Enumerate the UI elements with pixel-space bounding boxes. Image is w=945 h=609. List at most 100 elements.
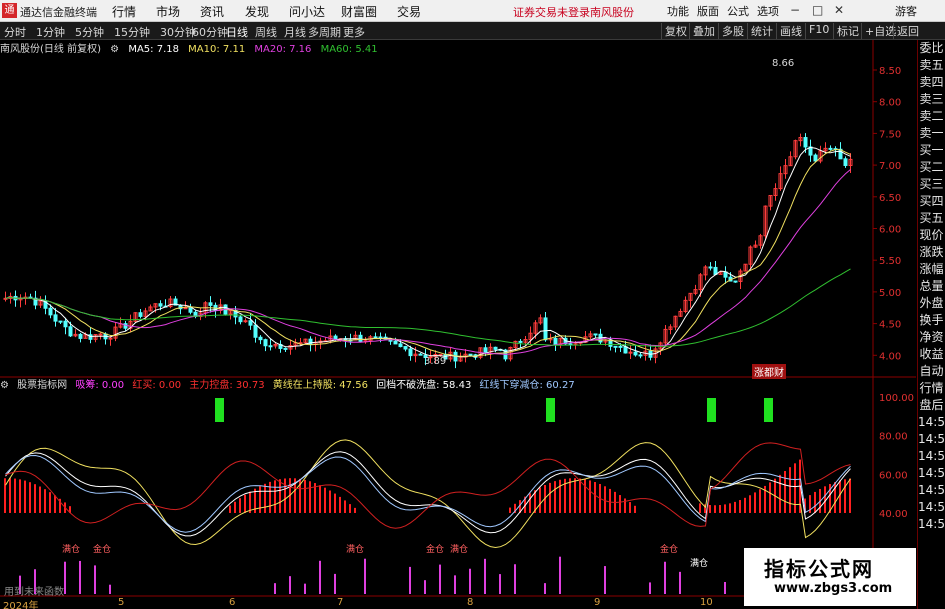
menu-gongshi[interactable]: 公式 [727, 3, 749, 19]
side-panel-item[interactable]: 盘后 [918, 397, 945, 414]
main-control-bar [264, 483, 266, 513]
menu-wenxiaoda[interactable]: 问小达 [289, 3, 325, 20]
side-panel-item[interactable]: 换手 [918, 312, 945, 329]
tool-back[interactable]: 返回 [893, 23, 919, 39]
side-panel-item[interactable]: 现价 [918, 227, 945, 244]
candle-body [648, 350, 653, 358]
menu-caifuquan[interactable]: 财富圈 [341, 3, 377, 20]
side-panel-item[interactable]: 收益 [918, 346, 945, 363]
side-panel-item[interactable]: 14:56 [918, 499, 945, 516]
main-control-bar [584, 479, 586, 513]
side-panel-item[interactable]: 卖四 [918, 74, 945, 91]
side-panel-item[interactable]: 净资 [918, 329, 945, 346]
side-panel-item[interactable]: 14:56 [918, 482, 945, 499]
menu-banmian[interactable]: 版面 [697, 3, 719, 19]
side-panel-item[interactable]: 卖三 [918, 91, 945, 108]
side-panel-item[interactable]: 行情 [918, 380, 945, 397]
candle-body [303, 338, 308, 344]
period-5min[interactable]: 5分钟 [75, 24, 104, 40]
candle-body [88, 334, 93, 340]
side-panel-item[interactable]: 14:56 [918, 448, 945, 465]
main-control-bar [64, 502, 66, 513]
gear-icon[interactable]: ⚙ [110, 44, 119, 55]
side-panel-item[interactable]: 买四 [918, 193, 945, 210]
candle-body [358, 334, 363, 342]
side-panel-item[interactable]: 涨幅 [918, 261, 945, 278]
side-panel-item[interactable]: 自动 [918, 363, 945, 380]
menu-shichang[interactable]: 市场 [156, 3, 180, 20]
side-panel-item[interactable]: 14:56 [918, 431, 945, 448]
side-panel-item[interactable]: 委比 [918, 40, 945, 57]
main-control-bar [574, 478, 576, 513]
main-control-bar [514, 503, 516, 513]
menu-xuanxiang[interactable]: 选项 [757, 3, 779, 19]
side-panel-item[interactable]: 卖一 [918, 125, 945, 142]
main-control-bar [544, 485, 546, 513]
side-panel-item[interactable]: 14:56 [918, 414, 945, 431]
period-daily[interactable]: 日线 [226, 24, 248, 40]
ma5-line [5, 146, 851, 358]
accumulation-bar [484, 558, 486, 594]
main-control-bar [789, 467, 791, 513]
period-60min[interactable]: 60分钟 [192, 24, 228, 40]
indicator-item: 吸筹: 0.00 [75, 380, 125, 391]
side-panel-item[interactable]: 买二 [918, 159, 945, 176]
candle-body [823, 147, 828, 152]
candle-body [693, 289, 698, 294]
accumulation-bar [499, 574, 501, 594]
side-panel-item[interactable]: 14:56 [918, 516, 945, 533]
candle-body [808, 146, 813, 156]
period-monthly[interactable]: 月线 [284, 24, 306, 40]
period-1min[interactable]: 1分钟 [36, 24, 65, 40]
candle-body [748, 246, 753, 265]
indicator-header: ⚙ 股票指标网 吸筹: 0.00 红买: 0.00 主力控盘: 30.73 黄线… [0, 376, 580, 392]
close-icon[interactable]: ✕ [834, 3, 844, 17]
menu-jiaoyi[interactable]: 交易 [397, 3, 421, 20]
accumulation-bar [319, 560, 321, 594]
menu-zixun[interactable]: 资讯 [200, 3, 224, 20]
login-status[interactable]: 证券交易未登录 [513, 4, 590, 20]
gear-icon[interactable]: ⚙ [0, 380, 9, 391]
menu-gongneng[interactable]: 功能 [667, 3, 689, 19]
period-30min[interactable]: 30分钟 [160, 24, 196, 40]
period-more[interactable]: 更多 [343, 24, 365, 40]
candle-body [463, 353, 468, 358]
main-control-bar [799, 459, 801, 513]
info-badge[interactable]: 涨都财 [752, 364, 786, 379]
period-fenshi[interactable]: 分时 [4, 24, 26, 40]
date-label: 6 [229, 597, 236, 608]
main-control-bar [244, 494, 246, 513]
candlestick-chart[interactable]: 8.50 8.00 7.50 7.00 6.50 6.00 5.50 5.00 4.50 4.00… [0, 0, 945, 609]
tool-biaoji[interactable]: 标记 [833, 23, 859, 39]
tool-duogu[interactable]: 多股 [718, 23, 744, 39]
side-panel-item[interactable]: 外盘 [918, 295, 945, 312]
main-control-bar [294, 478, 296, 513]
tool-huaxian[interactable]: 画线 [776, 23, 802, 39]
side-panel-item[interactable]: 总量 [918, 278, 945, 295]
user-guest[interactable]: 游客 [895, 3, 917, 19]
period-weekly[interactable]: 周线 [255, 24, 277, 40]
side-panel-item[interactable]: 卖二 [918, 108, 945, 125]
side-panel-item[interactable]: 买五 [918, 210, 945, 227]
side-panel-item[interactable]: 卖五 [918, 57, 945, 74]
tool-add-favorite[interactable]: +自选 [861, 23, 896, 39]
main-control-bar [609, 488, 611, 513]
menu-faxian[interactable]: 发现 [245, 3, 269, 20]
restore-icon[interactable]: □ [812, 3, 823, 17]
price-tick-label: 7.00 [879, 161, 901, 172]
tool-tongji[interactable]: 统计 [747, 23, 773, 39]
minimize-icon[interactable]: − [790, 3, 800, 17]
side-panel-item[interactable]: 14:56 [918, 465, 945, 482]
candle-body [738, 270, 743, 282]
side-panel-item[interactable]: 涨跌 [918, 244, 945, 261]
candle-body [473, 354, 478, 358]
tool-diejia[interactable]: 叠加 [689, 23, 715, 39]
side-panel-item[interactable]: 买三 [918, 176, 945, 193]
main-control-bar [59, 498, 61, 513]
tool-f10[interactable]: F10 [805, 23, 829, 39]
period-multi[interactable]: 多周期 [308, 24, 341, 40]
period-15min[interactable]: 15分钟 [114, 24, 150, 40]
tool-fuquan[interactable]: 复权 [661, 23, 687, 39]
menu-hangqing[interactable]: 行情 [112, 3, 136, 20]
side-panel-item[interactable]: 买一 [918, 142, 945, 159]
